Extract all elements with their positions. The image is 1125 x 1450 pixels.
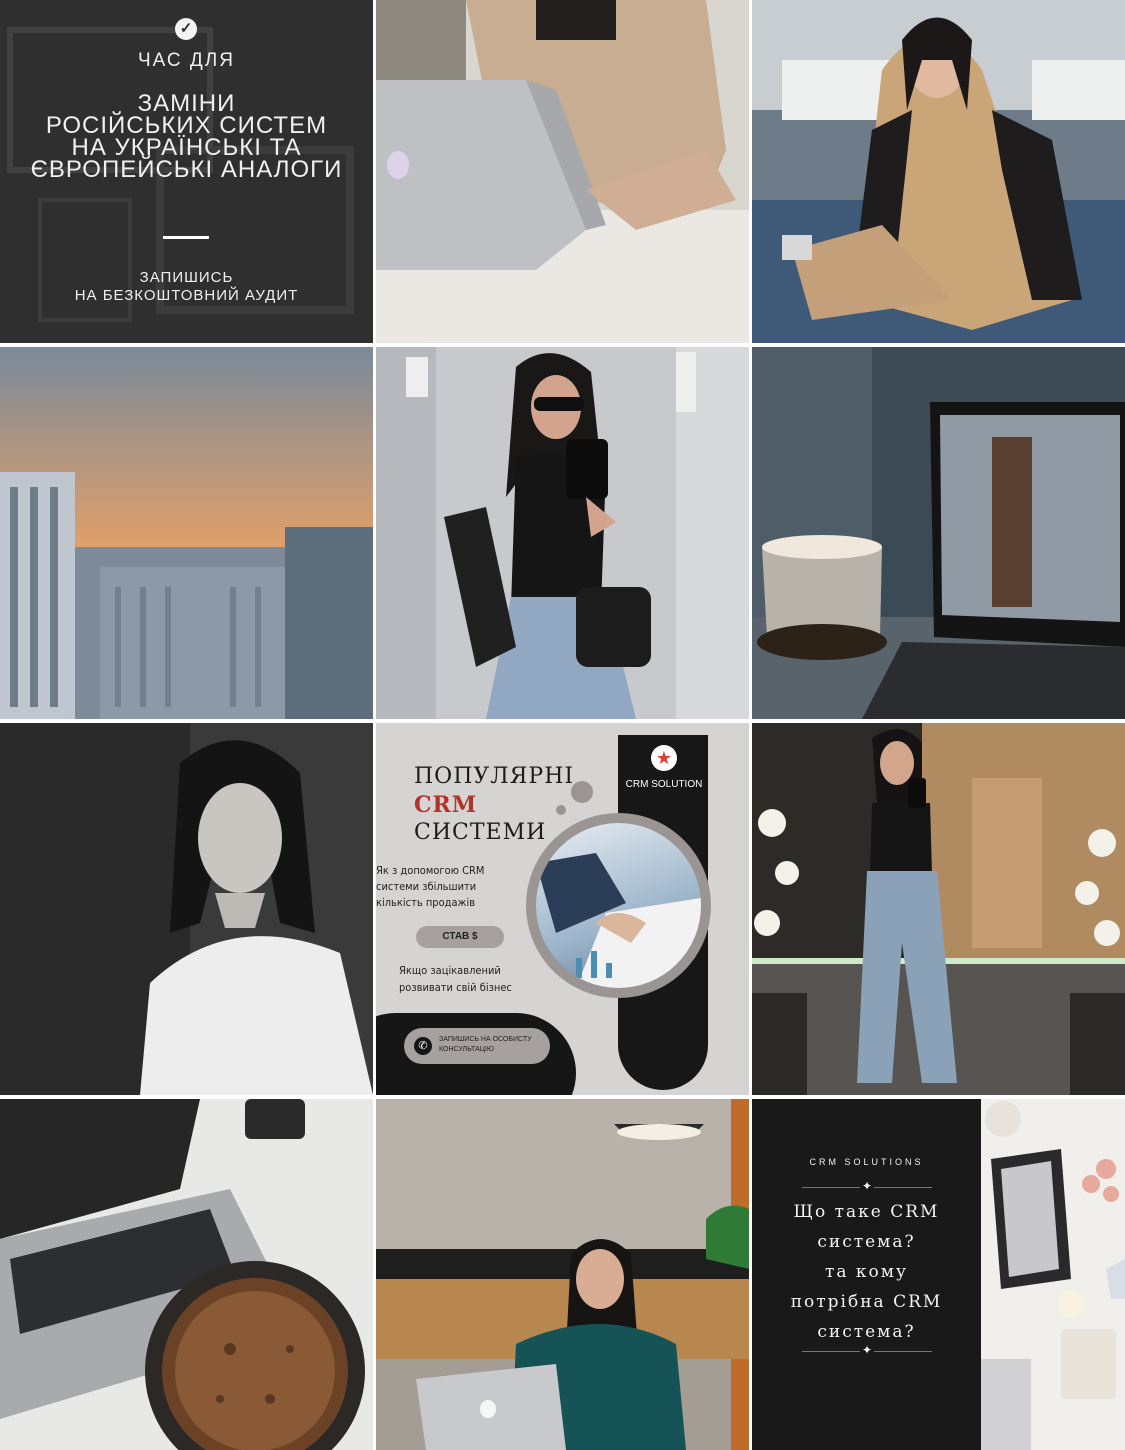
promo-kicker: ЧАС ДЛЯ	[138, 50, 235, 71]
crm-note: Якщо зацікавлений розвивати свій бізнес	[399, 964, 512, 994]
crm-heading: ПОПУЛЯРНІ CRM СИСТЕМИ	[414, 764, 575, 845]
photo-lobby-selfie	[752, 723, 1125, 1095]
post-what-is-crm[interactable]: CRM SOLUTIONS ✦ Що таке CRM система? та …	[752, 1099, 1125, 1450]
crm-pill: СТАВ $	[416, 926, 504, 948]
photo-desk-flatlay	[981, 1099, 1125, 1450]
photo-mirror-selfie	[376, 347, 749, 719]
crm-subtitle: Як з допомогою CRM системи збільшити кіл…	[376, 864, 485, 909]
card-brand: CRM SOLUTIONS	[809, 1157, 924, 1167]
apple-logo-icon	[387, 151, 409, 179]
apple-logo-icon	[480, 1400, 496, 1418]
crm-question-card: CRM SOLUTIONS ✦ Що таке CRM система? та …	[752, 1099, 981, 1450]
post-coffee-laptop[interactable]	[752, 347, 1125, 719]
star-icon: ✦	[860, 1343, 874, 1357]
promo-cta: ЗАПИШИСЬ НА БЕЗКОШТОВНИЙ АУДИТ	[74, 269, 299, 304]
card-question: Що таке CRM система? та кому потрібна CR…	[790, 1202, 943, 1342]
post-coffee-keyboard[interactable]	[0, 1099, 373, 1450]
post-promo-audit[interactable]: ✓ ЧАС ДЛЯ ЗАМІНИ РОСІЙСЬКИХ СИСТЕМ НА УК…	[0, 0, 373, 343]
promo-headline: ЗАМІНИ РОСІЙСЬКИХ СИСТЕМ НА УКРАЇНСЬКІ Т…	[30, 90, 343, 183]
post-woman-sitting[interactable]	[752, 0, 1125, 343]
post-sunrise-city[interactable]	[0, 347, 373, 719]
photo-woman-sitting	[752, 0, 1125, 343]
brand-name: CRM SOLUTION	[625, 779, 703, 790]
post-portrait-bw[interactable]	[0, 723, 373, 1095]
decor-dot	[571, 781, 593, 803]
phone-icon: ✆	[414, 1037, 432, 1055]
photo-coffee-laptop	[752, 347, 1125, 719]
star-icon: ★	[651, 745, 677, 771]
post-cafe-laptop[interactable]	[376, 1099, 749, 1450]
photo-grid: ✓ ЧАС ДЛЯ ЗАМІНИ РОСІЙСЬКИХ СИСТЕМ НА УК…	[0, 0, 1125, 1450]
post-lobby-selfie[interactable]	[752, 723, 1125, 1095]
photo-coffee-keyboard	[0, 1099, 373, 1450]
post-laptop-woman[interactable]	[376, 0, 749, 343]
photo-portrait-bw	[0, 723, 373, 1095]
post-mirror-selfie[interactable]	[376, 347, 749, 719]
consultation-text: ЗАПИШИСЬ НА ОСОБИСТУ КОНСУЛЬТАЦІЮ	[439, 1036, 532, 1053]
check-circle-icon: ✓	[175, 18, 197, 40]
post-popular-crm[interactable]: ★ CRM SOLUTION ПОПУЛЯРНІ CRM СИСТЕМИ Як …	[376, 723, 749, 1095]
divider	[163, 236, 209, 239]
photo-laptop-woman	[376, 0, 749, 343]
star-icon: ✦	[860, 1179, 874, 1193]
photo-cafe-laptop	[376, 1099, 749, 1450]
handshake-photo	[536, 823, 701, 988]
photo-sunrise-city	[0, 347, 373, 719]
